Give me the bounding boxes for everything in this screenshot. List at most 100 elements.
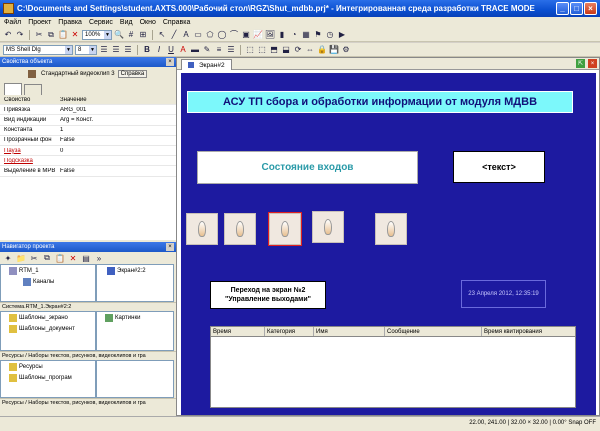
undo-icon[interactable]: ↶	[3, 30, 13, 40]
alarm-table[interactable]: Время Категория Имя Сообщение Время квит…	[210, 326, 576, 408]
clock-icon[interactable]: ◷	[325, 30, 335, 40]
copy-icon[interactable]: ⧉	[46, 30, 56, 40]
text-placeholder-box[interactable]: <текст>	[453, 151, 545, 183]
group-icon[interactable]: ⬚	[245, 45, 255, 55]
bold-button[interactable]: B	[142, 45, 152, 55]
inputs-status-title[interactable]: Состояние входов	[197, 151, 418, 184]
button-tool-icon[interactable]: ▣	[241, 30, 251, 40]
close-icon[interactable]: ×	[588, 59, 597, 68]
save-icon[interactable]: 💾	[329, 45, 339, 55]
ellipse-icon[interactable]: ◯	[217, 30, 227, 40]
maximize-button[interactable]: □	[570, 2, 583, 15]
font-name-select[interactable]: MS Shell Dlg ▼	[3, 44, 73, 55]
paste-icon[interactable]: 📋	[58, 30, 68, 40]
cut-icon[interactable]: ✂	[34, 30, 44, 40]
tree-item-screen[interactable]: Экран#2:2	[107, 265, 173, 276]
line-color-icon[interactable]: ✎	[202, 45, 212, 55]
rectangle-icon[interactable]: ▭	[193, 30, 203, 40]
redo-icon[interactable]: ↷	[15, 30, 25, 40]
folder-icon[interactable]: 📁	[16, 253, 26, 263]
property-row[interactable]: Выделение в МРВ False	[0, 166, 176, 177]
help-button[interactable]: Справка	[117, 70, 148, 78]
property-row[interactable]: Подсказка	[0, 156, 176, 167]
tab-properties-icon[interactable]	[4, 83, 22, 95]
tab-events-icon[interactable]	[24, 84, 42, 95]
delete-icon[interactable]: ✕	[68, 253, 78, 263]
goto-screen-button[interactable]: Переход на экран №2 "Управление выходами…	[210, 281, 326, 309]
align-left-icon[interactable]: ☰	[99, 45, 109, 55]
copy-icon[interactable]: ⧉	[42, 253, 52, 263]
minimize-button[interactable]: _	[556, 2, 569, 15]
header-banner[interactable]: АСУ ТП сбора и обработки информации от м…	[187, 91, 573, 113]
line-width-icon[interactable]: ☰	[226, 45, 236, 55]
tab-screen[interactable]: Экран#2	[181, 59, 232, 70]
close-button[interactable]: ×	[584, 2, 597, 15]
underline-button[interactable]: U	[166, 45, 176, 55]
properties-icon[interactable]: ▤	[81, 253, 91, 263]
input-lamp-5[interactable]	[375, 213, 407, 245]
new-icon[interactable]: ✦	[3, 253, 13, 263]
column-header[interactable]: Время	[211, 327, 265, 336]
bar-icon[interactable]: ▮	[277, 30, 287, 40]
zoom-select[interactable]: 100% ▼	[82, 29, 112, 40]
property-row[interactable]: Пауза 0	[0, 146, 176, 157]
input-lamp-3[interactable]	[268, 212, 302, 246]
align-icon[interactable]: ⊞	[138, 30, 148, 40]
menu-project[interactable]: Проект	[28, 19, 51, 26]
italic-button[interactable]: I	[154, 45, 164, 55]
property-row[interactable]: Вид индикации Arg = Конст.	[0, 115, 176, 126]
line-style-icon[interactable]: ≡	[214, 45, 224, 55]
menu-window[interactable]: Окно	[140, 19, 156, 26]
menu-help[interactable]: Справка	[163, 19, 190, 26]
polygon-icon[interactable]: ⬠	[205, 30, 215, 40]
property-row[interactable]: Константа 1	[0, 126, 176, 136]
rotate-icon[interactable]: ⟳	[293, 45, 303, 55]
tree-item-templates-screens[interactable]: Шаблоны_экрано	[9, 312, 95, 323]
fill-color-icon[interactable]: ▬	[190, 45, 200, 55]
delete-icon[interactable]: ✕	[70, 30, 80, 40]
property-row[interactable]: Прозрачный фон False	[0, 136, 176, 146]
menu-file[interactable]: Файл	[4, 19, 21, 26]
text-tool-icon[interactable]: A	[181, 30, 191, 40]
font-size-select[interactable]: 8 ▼	[75, 44, 97, 55]
menu-service[interactable]: Сервис	[89, 19, 113, 26]
send-back-icon[interactable]: ⬓	[281, 45, 291, 55]
table-icon[interactable]: ▦	[301, 30, 311, 40]
tree-item-resources[interactable]: Ресурсы	[9, 361, 95, 372]
column-header[interactable]: Категория	[265, 327, 314, 336]
screen-canvas[interactable]: АСУ ТП сбора и обработки информации от м…	[181, 73, 596, 415]
input-lamp-2[interactable]	[224, 213, 256, 245]
input-lamp-4[interactable]	[312, 211, 344, 243]
bring-front-icon[interactable]: ⬒	[269, 45, 279, 55]
align-right-icon[interactable]: ☰	[123, 45, 133, 55]
date-time-display[interactable]: 23 Апреля 2012, 12:35:19	[461, 280, 546, 308]
expand-icon[interactable]: »	[94, 253, 104, 263]
input-lamp-1[interactable]	[186, 213, 218, 245]
tree-item-channels[interactable]: Каналы	[9, 276, 95, 287]
tree-item-pictures[interactable]: Картинки	[105, 312, 173, 323]
settings-icon[interactable]: ⚙	[341, 45, 351, 55]
line-icon[interactable]: ╱	[169, 30, 179, 40]
pointer-icon[interactable]: ↖	[157, 30, 167, 40]
paste-icon[interactable]: 📋	[55, 253, 65, 263]
image-icon[interactable]: 🖼	[265, 30, 275, 40]
tree-item-templates-programs[interactable]: Шаблоны_програм	[9, 372, 95, 383]
lock-icon[interactable]: 🔒	[317, 45, 327, 55]
property-row[interactable]: Привязка ARG_001	[0, 105, 176, 116]
video-icon[interactable]: ▶	[337, 30, 347, 40]
cut-icon[interactable]: ✂	[29, 253, 39, 263]
zoom-in-icon[interactable]: 🔍	[114, 30, 124, 40]
column-header[interactable]: Имя	[314, 327, 385, 336]
restore-icon[interactable]: ⇱	[576, 59, 585, 68]
grid-icon[interactable]: #	[126, 30, 136, 40]
menu-edit[interactable]: Правка	[58, 19, 82, 26]
close-icon[interactable]: ×	[166, 58, 174, 66]
gauge-icon[interactable]: ◔	[289, 30, 299, 40]
flip-icon[interactable]: ⇔	[305, 45, 315, 55]
menu-view[interactable]: Вид	[120, 19, 133, 26]
tree-item-rtm[interactable]: RTM_1	[9, 265, 95, 276]
font-color-icon[interactable]: A	[178, 45, 188, 55]
arc-icon[interactable]: ⌒	[229, 30, 239, 40]
tree-item-templates-docs[interactable]: Шаблоны_документ	[9, 323, 95, 334]
column-header[interactable]: Время квитирования	[482, 327, 575, 336]
